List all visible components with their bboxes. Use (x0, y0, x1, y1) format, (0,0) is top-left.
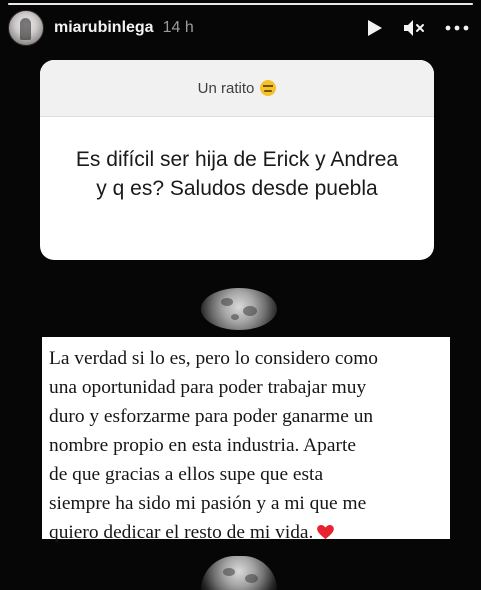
question-text: Es difícil ser hija de Erick y Andrea y … (75, 148, 399, 200)
question-prompt: Un ratito (197, 79, 255, 97)
avatar[interactable] (8, 10, 44, 46)
question-sticker: Un ratito Es difícil ser hija de Erick y… (40, 60, 434, 260)
story-controls (367, 19, 469, 37)
more-icon[interactable] (445, 25, 469, 31)
grimacing-face-icon (260, 80, 277, 96)
question-sticker-header: Un ratito (40, 60, 434, 117)
username[interactable]: miarubinlega (54, 19, 154, 37)
moon-icon-bottom (201, 556, 277, 590)
answer-text: La verdad si lo es, pero lo considero co… (49, 348, 379, 543)
story-header: miarubinlega 14 h (8, 8, 473, 48)
mute-icon[interactable] (403, 19, 425, 37)
moon-icon (201, 288, 277, 330)
answer-text-block: La verdad si lo es, pero lo considero co… (42, 337, 450, 543)
story-progress-fill (8, 3, 473, 5)
story-progress-bar (8, 3, 473, 5)
story-timestamp: 14 h (162, 19, 194, 36)
play-icon[interactable] (367, 19, 383, 37)
red-heart-icon (317, 525, 335, 540)
